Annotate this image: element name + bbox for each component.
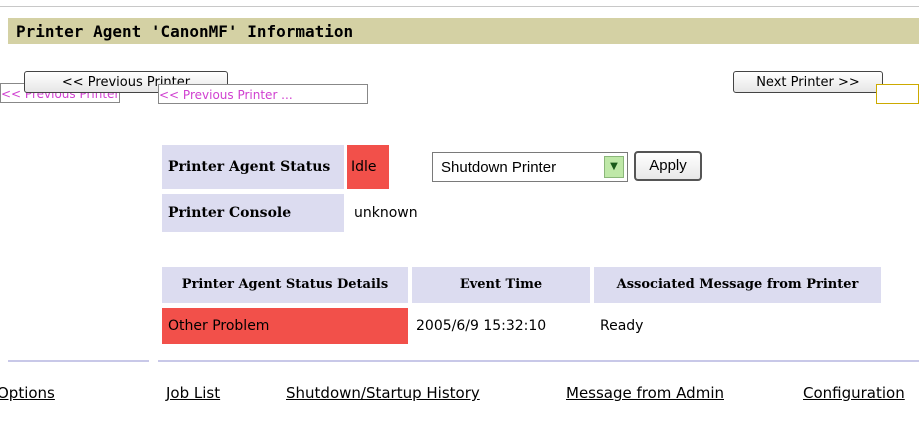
title-bar: Printer Agent 'CanonMF' Information xyxy=(8,18,919,44)
details-header-status: Printer Agent Status Details xyxy=(162,267,408,303)
link-job-list[interactable]: Job List xyxy=(166,384,220,402)
printer-action-select[interactable]: Shutdown Printer ▼ xyxy=(432,152,628,182)
apply-button[interactable]: Apply xyxy=(634,151,702,181)
chevron-down-icon[interactable]: ▼ xyxy=(604,156,624,178)
agent-status-value: Idle xyxy=(347,145,389,189)
next-printer-button[interactable]: Next Printer >> xyxy=(733,71,883,93)
ghost-previous-button: << Previous Printer ... xyxy=(158,84,368,104)
printer-action-selected: Shutdown Printer xyxy=(441,159,557,176)
bottom-divider-left xyxy=(8,360,149,362)
link-message-from-admin[interactable]: Message from Admin xyxy=(566,384,724,402)
console-value: unknown xyxy=(354,205,418,221)
details-header-message: Associated Message from Printer xyxy=(594,267,881,303)
agent-status-label: Printer Agent Status xyxy=(162,145,344,189)
top-divider xyxy=(0,6,919,7)
details-message-cell: Ready xyxy=(600,318,644,334)
console-label: Printer Console xyxy=(162,194,344,232)
page-title: Printer Agent 'CanonMF' Information xyxy=(16,22,354,41)
bottom-divider-right xyxy=(158,360,919,362)
details-status-cell: Other Problem xyxy=(162,308,408,344)
ghost-next-button xyxy=(876,84,919,104)
link-shutdown-startup-history[interactable]: Shutdown/Startup History xyxy=(286,384,480,402)
link-configuration[interactable]: Configuration xyxy=(803,384,905,402)
details-time-cell: 2005/6/9 15:32:10 xyxy=(416,318,547,334)
link-options[interactable]: Options xyxy=(0,384,55,402)
details-header-time: Event Time xyxy=(412,267,590,303)
